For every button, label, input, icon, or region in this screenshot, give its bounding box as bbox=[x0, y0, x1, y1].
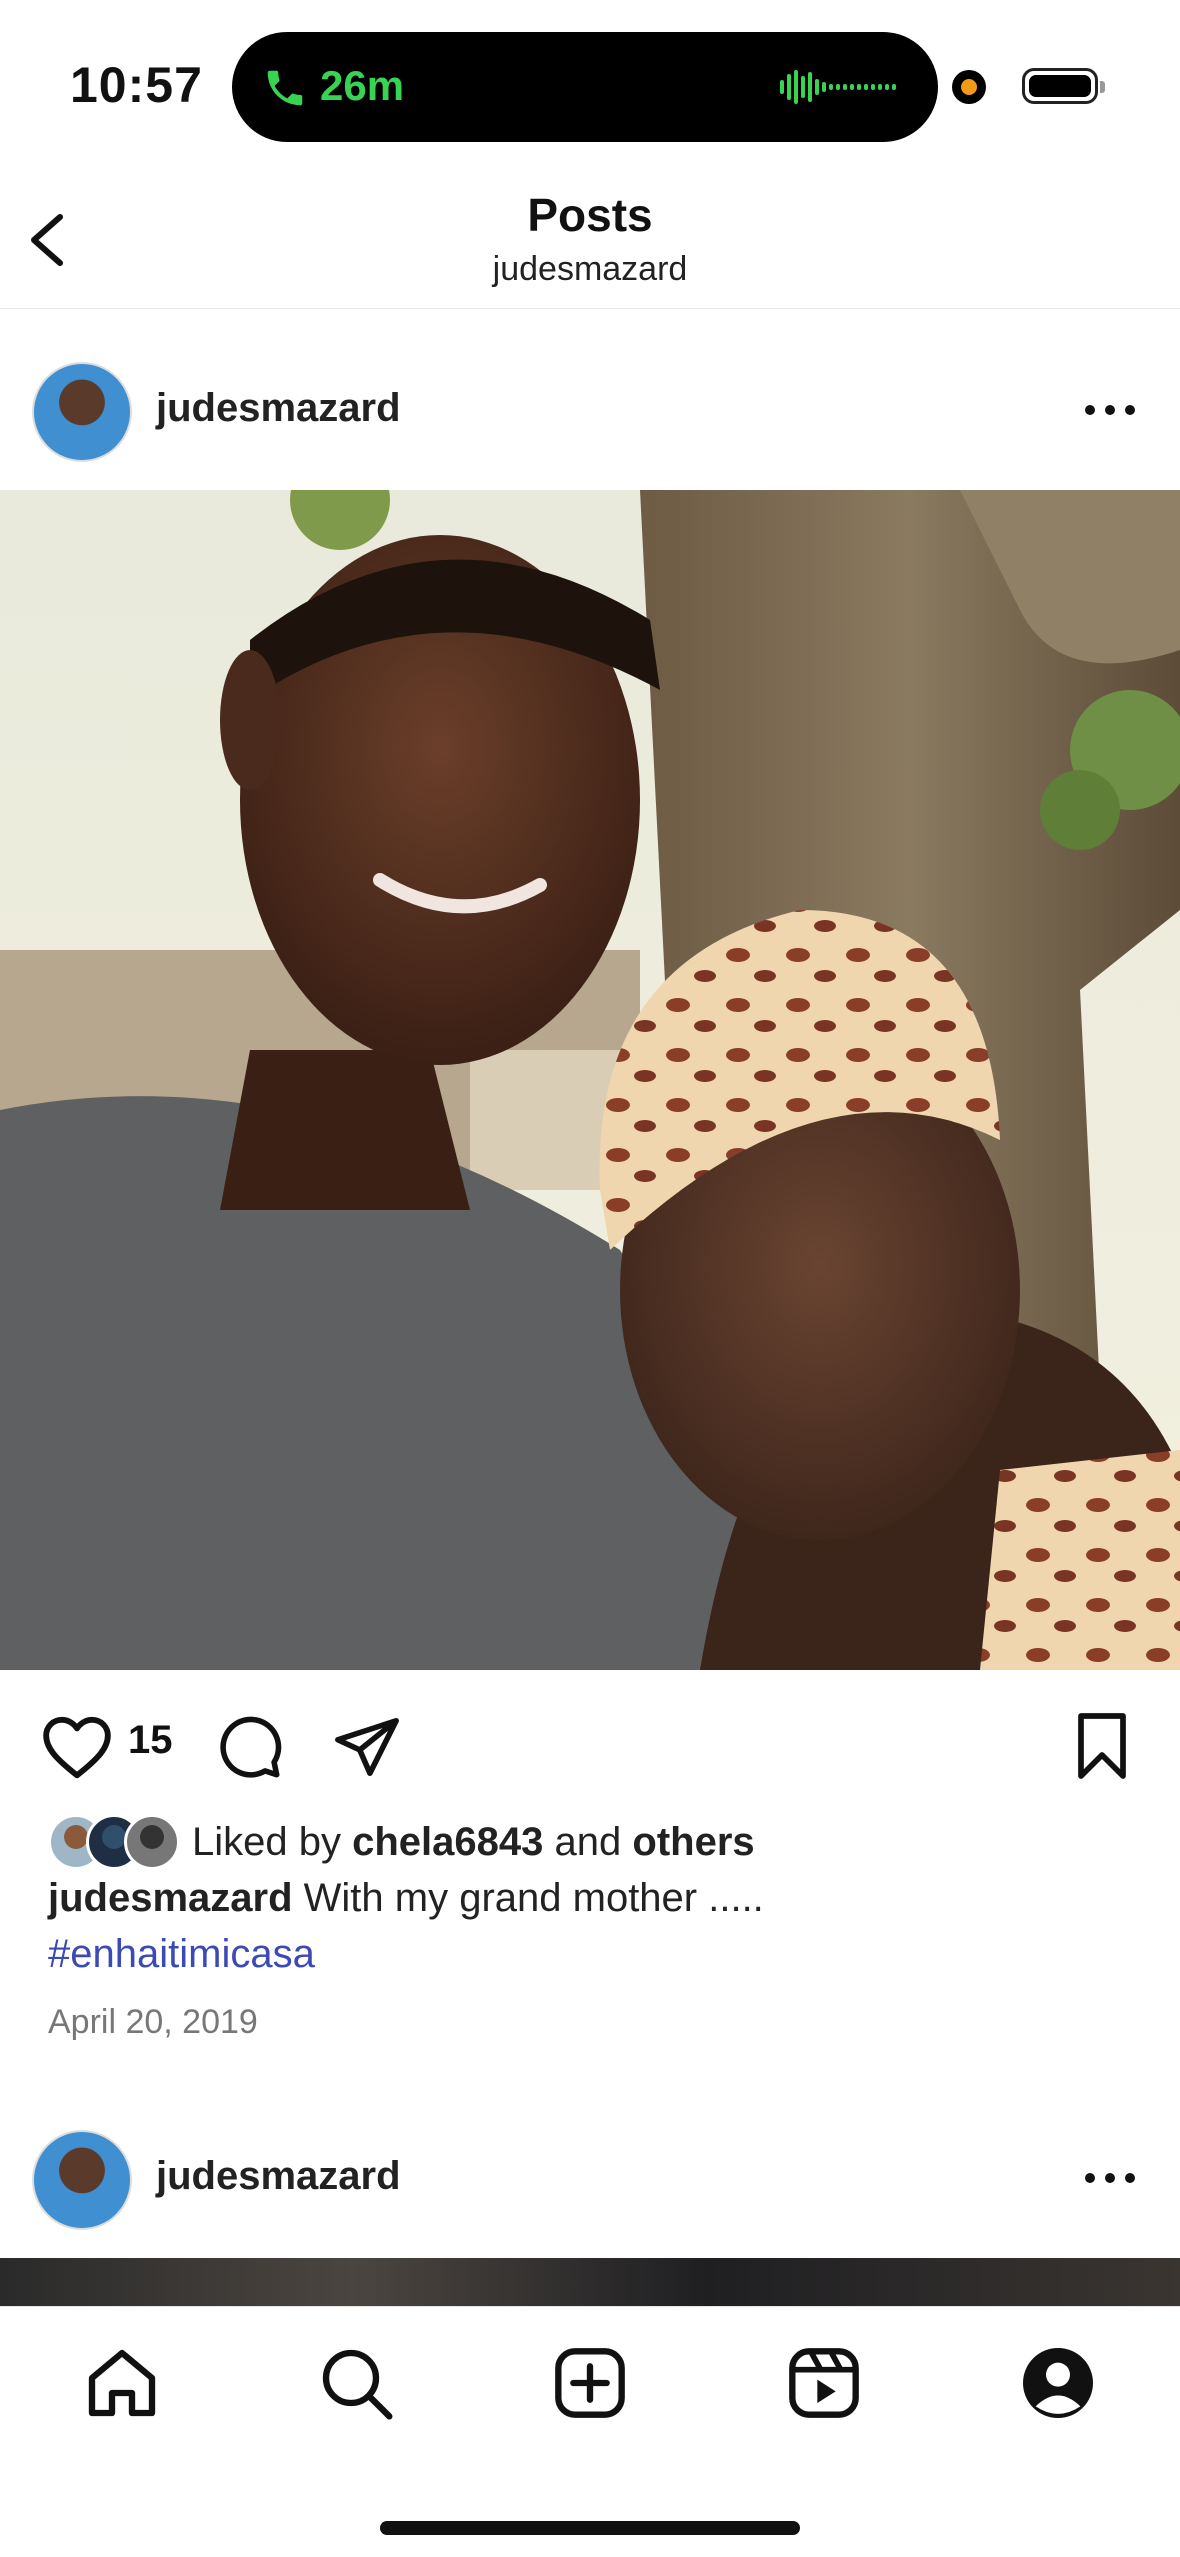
hashtag-link[interactable]: #enhaitimicasa bbox=[48, 1932, 315, 1977]
dynamic-island-call[interactable]: 26m bbox=[232, 32, 938, 142]
post-date: April 20, 2019 bbox=[48, 2003, 258, 2041]
phone-icon bbox=[267, 70, 303, 106]
search-icon[interactable] bbox=[316, 2343, 396, 2423]
call-duration: 26m bbox=[320, 62, 405, 109]
send-icon[interactable] bbox=[332, 1712, 402, 1782]
avatar[interactable] bbox=[32, 362, 132, 462]
status-bar: 10:57 26m bbox=[0, 0, 1180, 160]
post-username[interactable]: judesmazard bbox=[156, 386, 401, 431]
post-photo[interactable] bbox=[0, 490, 1180, 1670]
add-post-icon[interactable] bbox=[550, 2343, 630, 2423]
battery-icon bbox=[1022, 68, 1105, 104]
bottom-tab-bar bbox=[0, 2306, 1180, 2557]
post-username[interactable]: judesmazard bbox=[156, 2154, 401, 2199]
bookmark-icon[interactable] bbox=[1070, 1710, 1134, 1782]
caption-username[interactable]: judesmazard bbox=[48, 1876, 293, 1920]
page-title: Posts bbox=[527, 189, 653, 241]
avatar[interactable] bbox=[32, 2130, 132, 2230]
status-time: 10:57 bbox=[70, 57, 203, 113]
profile-icon[interactable] bbox=[1018, 2343, 1098, 2423]
liker-avatar bbox=[124, 1814, 180, 1870]
caption-text: With my grand mother ..... bbox=[303, 1876, 764, 1920]
more-horizontal-icon[interactable] bbox=[1080, 2168, 1140, 2188]
liked-by-user[interactable]: chela6843 bbox=[352, 1820, 543, 1864]
liked-by-row[interactable]: Liked by chela6843 and others bbox=[48, 1812, 755, 1872]
reels-icon[interactable] bbox=[784, 2343, 864, 2423]
post-actions: 15 bbox=[0, 1690, 1180, 1800]
post-caption: judesmazard With my grand mother ..... bbox=[48, 1876, 764, 1921]
comment-icon[interactable] bbox=[214, 1712, 284, 1782]
more-horizontal-icon[interactable] bbox=[1080, 400, 1140, 420]
liked-by-prefix: Liked by bbox=[192, 1819, 341, 1864]
home-indicator bbox=[380, 2521, 800, 2535]
heart-icon[interactable] bbox=[40, 1712, 114, 1780]
liked-by-others[interactable]: others bbox=[632, 1820, 754, 1864]
posts-header: Posts judesmazard bbox=[0, 160, 1180, 309]
camera-in-use-indicator bbox=[952, 70, 986, 104]
audio-wave-icon bbox=[780, 70, 900, 104]
post-header: judesmazard bbox=[0, 2080, 1180, 2260]
like-count[interactable]: 15 bbox=[128, 1718, 173, 1763]
page-subtitle[interactable]: judesmazard bbox=[0, 250, 1180, 289]
liked-by-and: and bbox=[554, 1819, 622, 1864]
post-header: judesmazard bbox=[0, 310, 1180, 490]
liked-by-text: Liked by chela6843 and others bbox=[192, 1820, 755, 1865]
home-icon[interactable] bbox=[82, 2343, 162, 2423]
